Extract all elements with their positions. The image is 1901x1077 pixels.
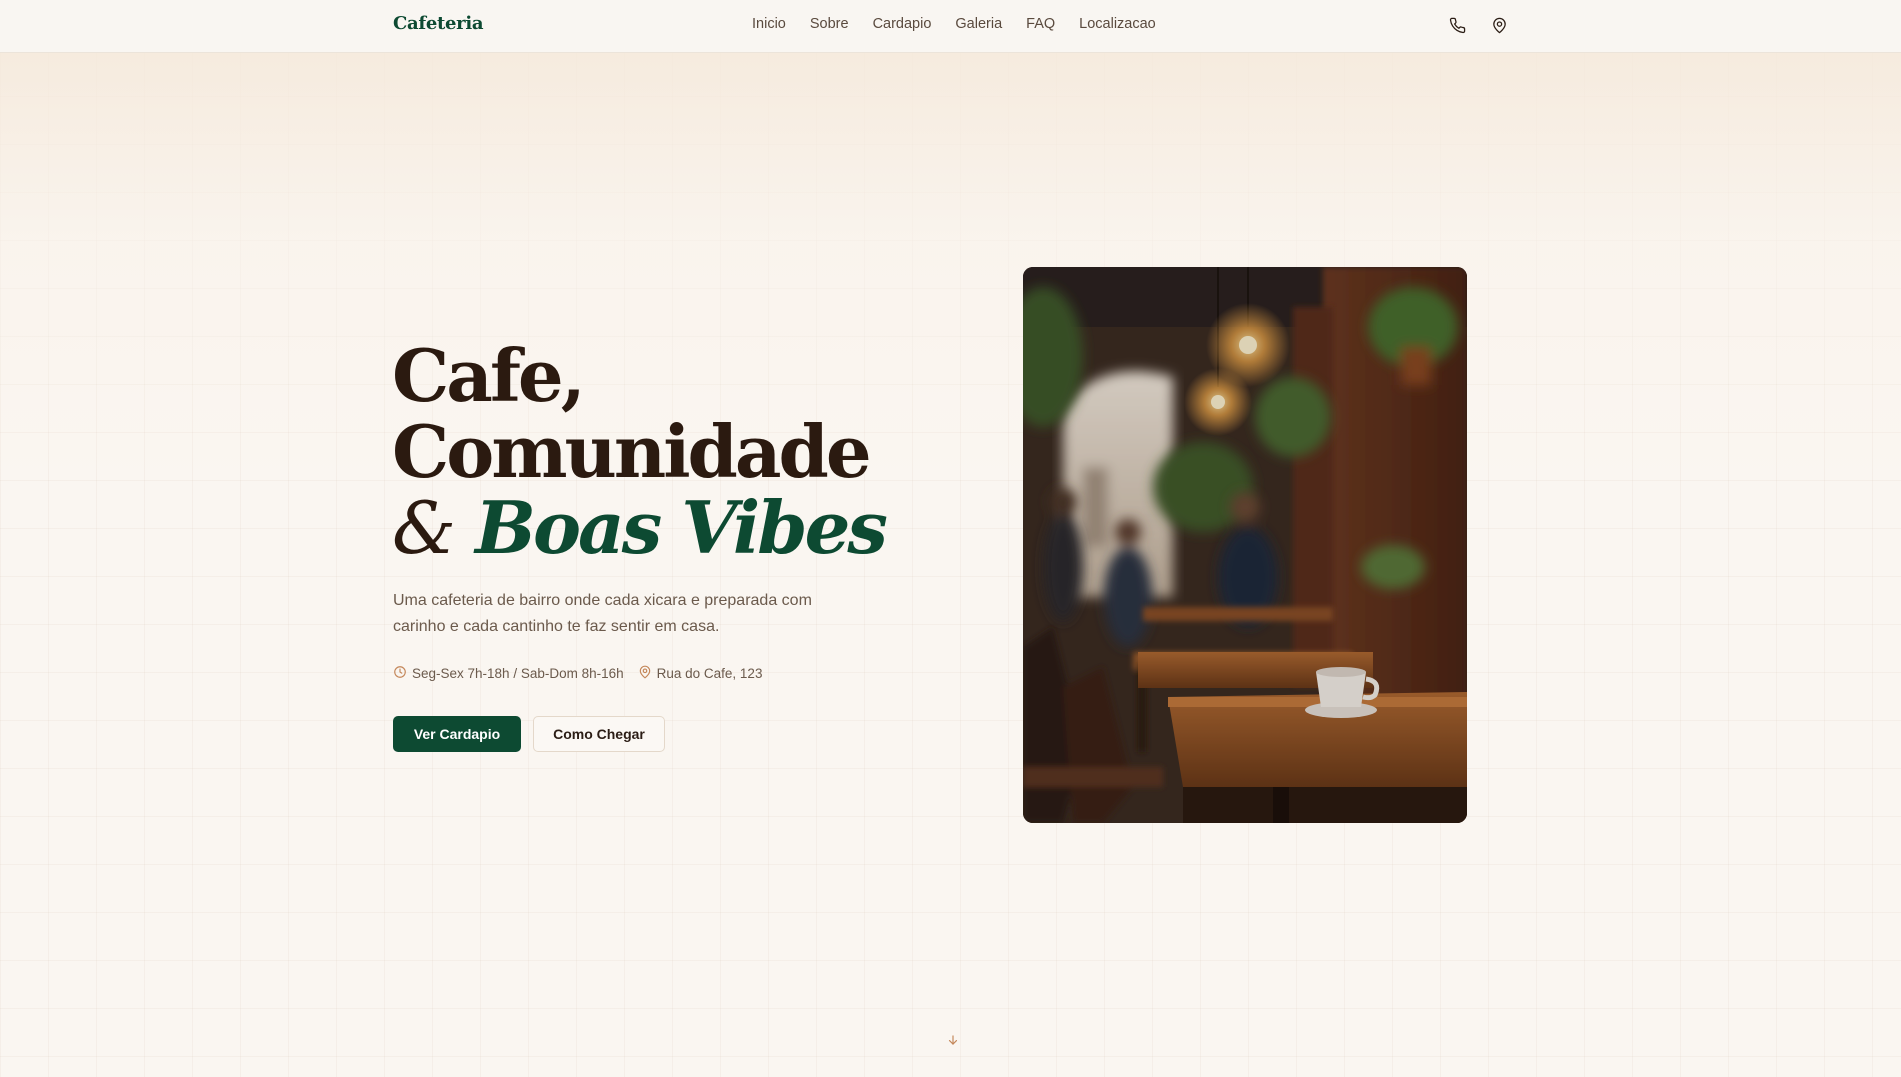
nav-link-inicio[interactable]: Inicio [752,16,786,32]
location-pin-icon [638,665,652,682]
nav-link-localizacao[interactable]: Localizacao [1079,16,1156,32]
hero-title-line-3: & Boas Vibes [392,490,888,567]
scroll-down-arrow-icon[interactable] [943,1030,963,1050]
map-pin-icon[interactable] [1489,15,1509,35]
clock-icon [393,665,407,682]
landing-page: Cafeteria Inicio Sobre Cardapio Galeria … [0,0,1901,1077]
nav-link-faq[interactable]: FAQ [1026,16,1055,32]
main-menu: Inicio Sobre Cardapio Galeria FAQ Locali… [752,16,1156,32]
hero-title-line-2: Comunidade [392,409,872,494]
hero-title: Cafe, Comunidade & Boas Vibes [392,333,888,567]
hours-text: Seg-Sex 7h-18h / Sab-Dom 8h-16h [412,666,624,681]
hero-title-line-1: Cafe, [392,333,586,418]
nav-actions [1447,15,1509,35]
nav-link-galeria[interactable]: Galeria [955,16,1002,32]
phone-icon[interactable] [1447,15,1467,35]
address-info: Rua do Cafe, 123 [638,665,763,682]
nav-link-cardapio[interactable]: Cardapio [873,16,932,32]
hours-info: Seg-Sex 7h-18h / Sab-Dom 8h-16h [393,665,624,682]
view-menu-button[interactable]: Ver Cardapio [393,716,521,752]
address-text: Rua do Cafe, 123 [656,666,763,681]
hero-description: Uma cafeteria de bairro onde cada xicara… [393,592,812,635]
nav-link-sobre[interactable]: Sobre [810,16,849,32]
directions-button[interactable]: Como Chegar [533,716,665,752]
hero-title-ampersand: & [392,486,456,570]
hero-info-row: Seg-Sex 7h-18h / Sab-Dom 8h-16h Rua do C… [393,665,762,682]
top-navbar: Cafeteria Inicio Sobre Cardapio Galeria … [0,0,1901,53]
cafe-interior-photo [1023,267,1467,823]
hero-title-accent: Boas Vibes [475,485,888,570]
brand-logo[interactable]: Cafeteria [393,13,484,34]
